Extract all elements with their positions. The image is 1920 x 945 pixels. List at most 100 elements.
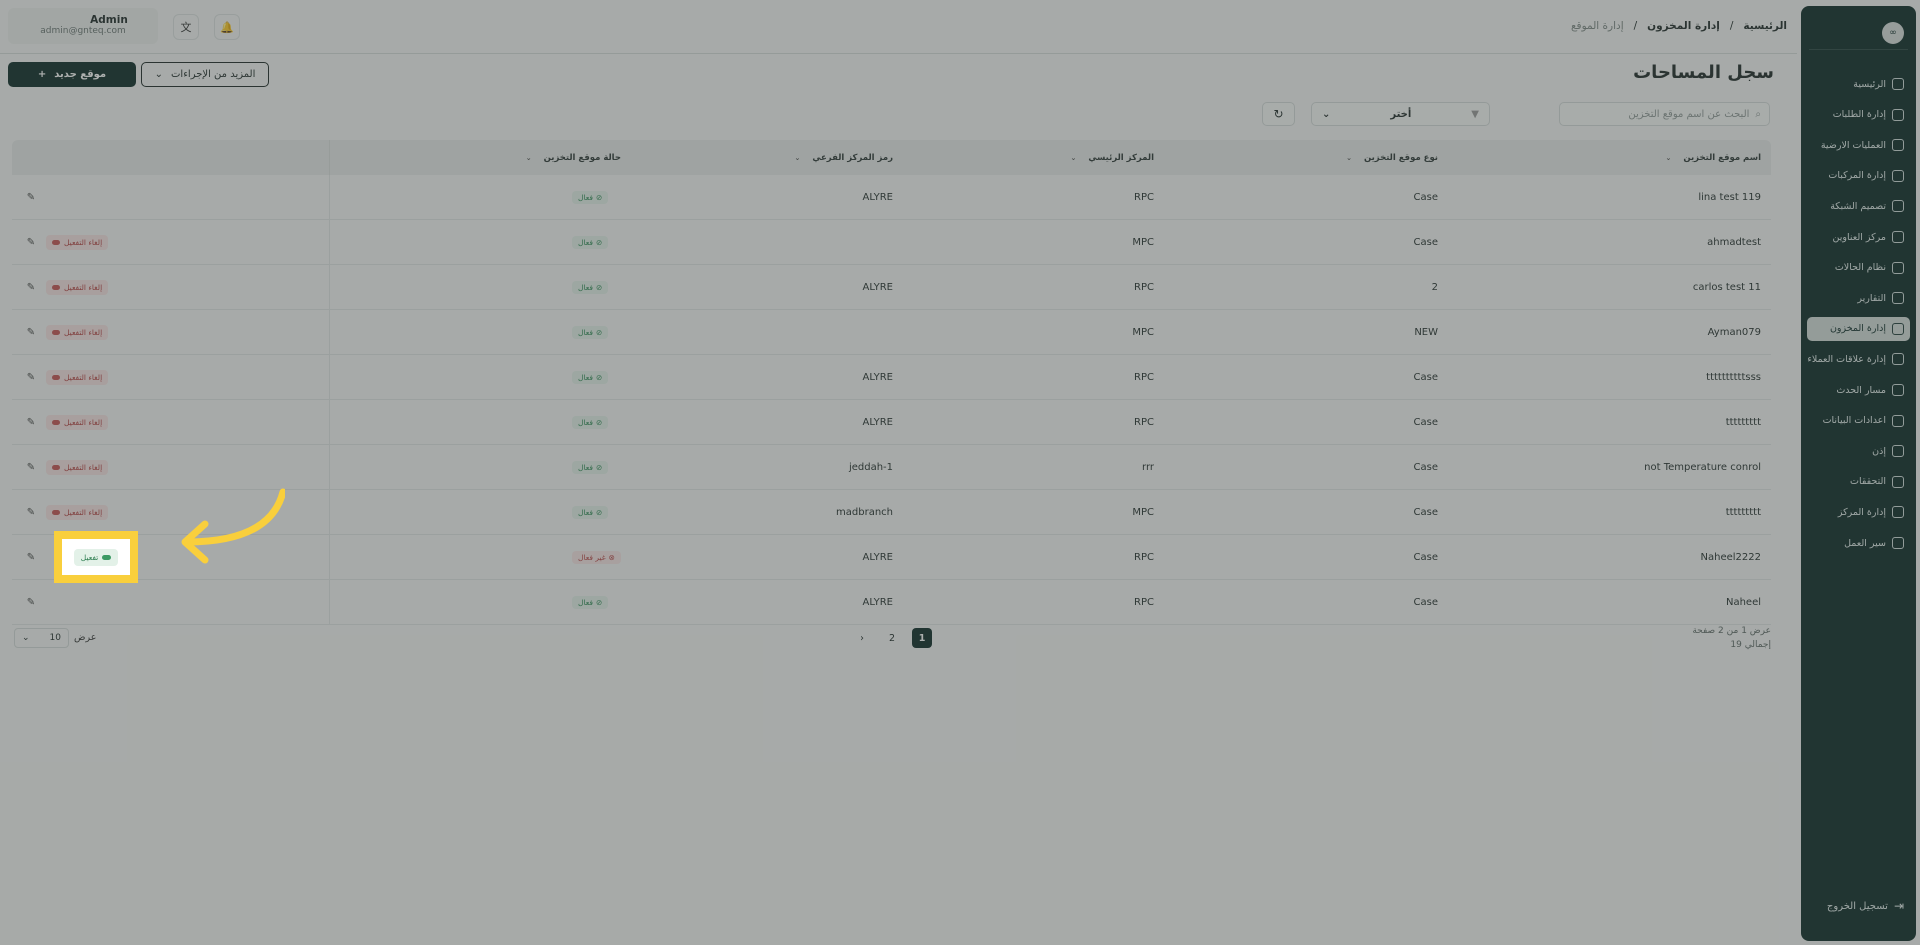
page-1-button[interactable]: 1 — [912, 628, 932, 648]
cell-name: not Temperature conrol — [1644, 461, 1761, 473]
cell-branch-code: jeddah-1 — [848, 461, 893, 473]
column-header-type[interactable]: ⌄ نوع موقع التخزين — [1346, 140, 1438, 175]
sidebar-item[interactable]: مسار الحدث — [1807, 378, 1910, 402]
column-header-main-center[interactable]: ⌄ المركز الرئيسي — [1071, 140, 1154, 175]
logout-button[interactable]: ⇥ تسجيل الخروج — [1827, 899, 1904, 913]
sidebar-item-label: إذن — [1872, 445, 1886, 457]
deactivate-button[interactable]: إلغاء التفعيل — [46, 234, 109, 250]
cell-type: 2 — [1431, 281, 1438, 293]
deactivate-button[interactable]: إلغاء التفعيل — [46, 459, 109, 475]
column-divider — [329, 445, 330, 489]
sidebar-item[interactable]: إدارة علاقات العملاء — [1807, 347, 1910, 371]
table-row: carlos test 11 2 RPC ALYRE فعال ⊘ ✎ إلغاء التفع… — [12, 265, 1771, 310]
page-numbers: › 2 1 — [852, 628, 932, 648]
status-badge: فعال ⊘ — [572, 280, 609, 294]
edit-icon[interactable]: ✎ — [22, 503, 40, 521]
nav-icon — [1892, 200, 1904, 213]
sidebar-item[interactable]: إذن — [1807, 439, 1910, 463]
deactivate-button[interactable]: إلغاء التفعيل — [46, 504, 109, 520]
search-input[interactable] — [1569, 108, 1750, 120]
sidebar-item[interactable]: إدارة الطلبات — [1807, 103, 1910, 127]
sidebar-item[interactable]: مركز العناوين — [1807, 225, 1910, 249]
cell-status: فعال ⊘ — [572, 175, 609, 219]
page-size-value: 10 — [49, 633, 61, 643]
deactivate-label: إلغاء التفعيل — [64, 507, 103, 517]
sidebar-item[interactable]: التقارير — [1807, 286, 1910, 310]
activate-button[interactable]: تفعيل — [73, 548, 119, 566]
column-divider — [329, 175, 330, 219]
sidebar-item[interactable]: اعدادات البيانات — [1807, 409, 1910, 433]
sidebar-item[interactable]: سير العمل — [1807, 531, 1910, 555]
user-menu[interactable]: Admin admin@gnteq.com — [8, 8, 158, 44]
breadcrumb-home[interactable]: الرئيسية — [1743, 20, 1787, 32]
sidebar-item[interactable]: إدارة المخزون — [1807, 316, 1910, 341]
more-actions-label: المزيد من الإجراءات — [171, 69, 256, 80]
column-divider — [329, 220, 330, 264]
sidebar-item[interactable]: إدارة المركز — [1807, 500, 1910, 524]
page-size-select[interactable]: ⌄ 10 — [14, 628, 69, 648]
status-badge: فعال ⊘ — [572, 190, 609, 204]
edit-icon[interactable]: ✎ — [22, 548, 40, 566]
column-label: اسم موقع التخزين — [1683, 152, 1761, 163]
deactivate-button[interactable]: إلغاء التفعيل — [46, 414, 109, 430]
check-circle-icon: ⊘ — [595, 192, 603, 202]
sidebar-item-label: إدارة علاقات العملاء — [1807, 353, 1886, 365]
nav-icon — [1892, 506, 1904, 519]
filter-icon: ▼ — [1471, 108, 1479, 120]
cell-name: carlos test 11 — [1692, 281, 1761, 293]
column-header-name[interactable]: ⌄ اسم موقع التخزين — [1665, 140, 1761, 175]
toggle-icon — [52, 284, 60, 290]
nav-icon — [1892, 261, 1904, 274]
translate-button[interactable]: 文 — [173, 14, 199, 40]
filter-select-value: أختر — [1390, 108, 1412, 120]
edit-icon[interactable]: ✎ — [22, 593, 40, 611]
status-badge: فعال ⊘ — [572, 595, 609, 609]
refresh-button[interactable]: ↻ — [1262, 102, 1295, 126]
cell-name: ahmadtest — [1707, 236, 1761, 248]
sidebar-item[interactable]: الرئيسية — [1807, 72, 1910, 96]
pagination-info: عرض 1 من 2 صفحة إجمالي 19 — [1692, 624, 1771, 652]
chevron-down-icon: ⌄ — [1322, 108, 1331, 120]
deactivate-button[interactable]: إلغاء التفعيل — [46, 369, 109, 385]
breadcrumb: الرئيسية / إدارة المخزون / إدارة الموقع — [1571, 20, 1787, 32]
more-actions-button[interactable]: ⌄ المزيد من الإجراءات — [141, 62, 269, 87]
cell-type: Case — [1413, 461, 1438, 473]
cell-status: فعال ⊘ — [572, 265, 609, 309]
page-2-button[interactable]: 2 — [882, 628, 902, 648]
edit-icon[interactable]: ✎ — [22, 233, 40, 251]
notifications-button[interactable]: 🔔 — [214, 14, 240, 40]
status-label: فعال — [578, 462, 593, 472]
cell-main-center: RPC — [1134, 596, 1154, 608]
toggle-icon — [52, 329, 60, 335]
deactivate-button[interactable]: إلغاء التفعيل — [46, 279, 109, 295]
edit-icon[interactable]: ✎ — [22, 188, 40, 206]
edit-icon[interactable]: ✎ — [22, 368, 40, 386]
check-circle-icon: ⊘ — [595, 462, 603, 472]
edit-icon[interactable]: ✎ — [22, 323, 40, 341]
nav-icon — [1892, 139, 1904, 152]
edit-icon[interactable]: ✎ — [22, 278, 40, 296]
sidebar-item[interactable]: التحققات — [1807, 470, 1910, 494]
highlighted-activate-button[interactable]: تفعيل — [54, 531, 138, 583]
chevron-down-icon: ⌄ — [22, 633, 30, 643]
cell-name: Naheel2222 — [1700, 551, 1761, 563]
next-page-button[interactable]: › — [852, 628, 872, 648]
sidebar-item[interactable]: إدارة المركبات — [1807, 164, 1910, 188]
breadcrumb-inventory[interactable]: إدارة المخزون — [1647, 20, 1720, 32]
table-row: Naheel Case RPC ALYRE فعال ⊘ ✎ — [12, 580, 1771, 625]
column-divider — [329, 490, 330, 534]
user-name: Admin — [90, 14, 128, 26]
filter-select[interactable]: ⌄ أختر ▼ — [1311, 102, 1490, 126]
column-header-branch-code[interactable]: ⌄ رمز المركز الفرعي — [795, 140, 893, 175]
edit-icon[interactable]: ✎ — [22, 458, 40, 476]
status-label: فعال — [578, 192, 593, 202]
new-location-button[interactable]: + موقع جديد — [8, 62, 136, 87]
sidebar-item[interactable]: تصميم الشبكة — [1807, 194, 1910, 218]
cell-type: NEW — [1414, 326, 1438, 338]
cell-status: فعال ⊘ — [572, 220, 609, 264]
edit-icon[interactable]: ✎ — [22, 413, 40, 431]
sidebar-item[interactable]: العمليات الارضية — [1807, 133, 1910, 157]
deactivate-button[interactable]: إلغاء التفعيل — [46, 324, 109, 340]
column-header-status[interactable]: ⌄ حالة موقع التخزين — [526, 140, 621, 175]
sidebar-item[interactable]: نظام الحالات — [1807, 256, 1910, 280]
